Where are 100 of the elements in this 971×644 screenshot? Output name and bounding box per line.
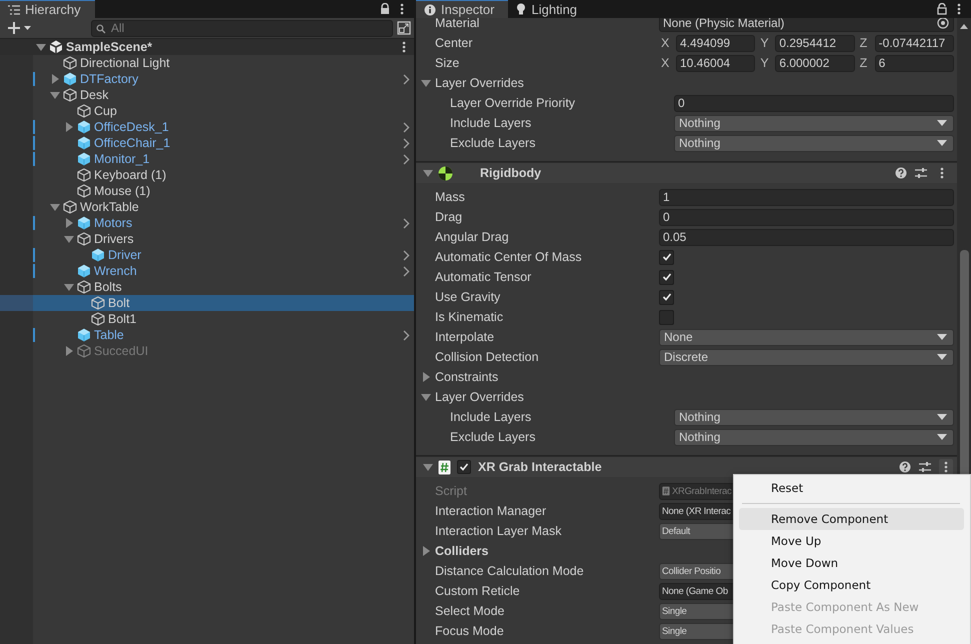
chevron-right-icon[interactable]: [403, 250, 410, 260]
number-field[interactable]: 4.494099: [676, 34, 756, 52]
menu-item[interactable]: Move Up: [739, 530, 964, 552]
list-icon: [8, 4, 20, 14]
number-field[interactable]: 10.46004: [676, 54, 756, 72]
foldout-label[interactable]: Layer Overrides: [435, 390, 524, 404]
expand-toggle-icon[interactable]: [49, 73, 61, 85]
menu-item[interactable]: Remove Component: [739, 508, 964, 530]
expand-toggle-icon[interactable]: [35, 41, 47, 53]
chevron-right-icon[interactable]: [403, 138, 410, 148]
dropdown[interactable]: Discrete: [659, 348, 954, 366]
number-field[interactable]: 0: [674, 94, 954, 112]
more-icon[interactable]: [957, 3, 961, 15]
foldout-triangle-icon[interactable]: [421, 372, 431, 382]
component-header[interactable]: Rigidbody: [416, 162, 957, 183]
hierarchy-item[interactable]: Cup: [0, 103, 414, 119]
hierarchy-item[interactable]: Bolt1: [0, 311, 414, 327]
number-field[interactable]: -0.07442117: [874, 34, 954, 52]
expand-toggle-icon[interactable]: [63, 233, 75, 245]
expand-toggle-icon[interactable]: [49, 201, 61, 213]
hierarchy-item[interactable]: Drivers: [0, 231, 414, 247]
hierarchy-item[interactable]: Monitor_1: [0, 151, 414, 167]
component-header[interactable]: XR Grab Interactable: [416, 456, 957, 477]
hierarchy-item[interactable]: Wrench: [0, 263, 414, 279]
chevron-right-icon[interactable]: [403, 266, 410, 276]
number-field[interactable]: 1: [659, 188, 954, 206]
hierarchy-item[interactable]: DTFactory: [0, 71, 414, 87]
chevron-right-icon[interactable]: [403, 330, 410, 340]
number-field[interactable]: 6: [874, 54, 954, 72]
scene-view-icon[interactable]: [397, 21, 411, 35]
menu-item[interactable]: Copy Component: [739, 574, 964, 596]
hierarchy-item[interactable]: Motors: [0, 215, 414, 231]
hierarchy-item[interactable]: Table: [0, 327, 414, 343]
dropdown[interactable]: Nothing: [674, 114, 954, 132]
chevron-right-icon[interactable]: [403, 122, 410, 132]
checkbox[interactable]: [659, 290, 674, 304]
hierarchy-item[interactable]: Keyboard (1): [0, 167, 414, 183]
collapse-triangle-icon[interactable]: [423, 462, 433, 472]
scene-name[interactable]: SampleScene*: [66, 40, 152, 54]
more-icon[interactable]: [402, 41, 406, 53]
help-icon[interactable]: [895, 167, 907, 179]
foldout-label[interactable]: Layer Overrides: [435, 76, 524, 90]
expand-toggle-icon[interactable]: [63, 121, 75, 133]
lock-icon[interactable]: [937, 3, 947, 15]
add-dropdown-icon[interactable]: [7, 21, 33, 35]
panel-tab[interactable]: Lighting: [508, 0, 592, 18]
expand-toggle-icon[interactable]: [63, 217, 75, 229]
chevron-right-icon[interactable]: [403, 218, 410, 228]
dropdown[interactable]: Nothing: [674, 428, 954, 446]
object-field[interactable]: None (Physic Material): [659, 18, 954, 32]
menu-item[interactable]: Reset: [739, 477, 964, 499]
axis-label: Y: [759, 56, 770, 70]
hierarchy-item[interactable]: OfficeChair_1: [0, 135, 414, 151]
hierarchy-item[interactable]: Bolt: [0, 295, 414, 311]
chevron-right-icon[interactable]: [403, 154, 410, 164]
hierarchy-tab[interactable]: Hierarchy: [0, 0, 95, 18]
search-field[interactable]: All: [91, 20, 393, 36]
hierarchy-item[interactable]: Mouse (1): [0, 183, 414, 199]
axis-label: Z: [858, 56, 868, 70]
number-field[interactable]: 6.000002: [775, 54, 855, 72]
hierarchy-item[interactable]: Desk: [0, 87, 414, 103]
checkbox[interactable]: [659, 250, 674, 264]
number-field[interactable]: 0.2954412: [775, 34, 855, 52]
hierarchy-item[interactable]: Directional Light: [0, 55, 414, 71]
preset-sliders-icon[interactable]: [915, 167, 927, 179]
checkbox[interactable]: [659, 310, 674, 324]
foldout-triangle-icon[interactable]: [421, 78, 431, 88]
hierarchy-item[interactable]: Driver: [0, 247, 414, 263]
hierarchy-item[interactable]: WorkTable: [0, 199, 414, 215]
foldout-triangle-icon[interactable]: [421, 392, 431, 402]
expand-toggle-icon[interactable]: [63, 345, 75, 357]
expand-toggle-icon[interactable]: [49, 89, 61, 101]
enabled-checkbox[interactable]: [457, 460, 471, 474]
foldout-label[interactable]: Constraints: [435, 370, 498, 384]
dropdown[interactable]: None: [659, 328, 954, 346]
number-field[interactable]: 0: [659, 208, 954, 226]
dropdown[interactable]: Nothing: [674, 408, 954, 426]
help-icon[interactable]: [899, 461, 911, 473]
checkbox[interactable]: [659, 270, 674, 284]
scroll-up-icon[interactable]: [960, 24, 968, 29]
expand-toggle-icon[interactable]: [63, 281, 75, 293]
more-icon[interactable]: [939, 459, 953, 475]
lock-icon[interactable]: [380, 3, 390, 15]
script-icon: [438, 460, 451, 474]
number-field[interactable]: 0.05: [659, 228, 954, 246]
property-label: Drag: [435, 210, 462, 224]
object-picker-icon[interactable]: [937, 18, 949, 29]
preset-sliders-icon[interactable]: [919, 461, 931, 473]
dropdown[interactable]: Nothing: [674, 134, 954, 152]
caret-down-icon: [937, 434, 947, 440]
more-icon[interactable]: [400, 3, 404, 15]
hierarchy-item[interactable]: OfficeDesk_1: [0, 119, 414, 135]
foldout-label[interactable]: Colliders: [435, 544, 488, 558]
chevron-right-icon[interactable]: [403, 74, 410, 84]
axis-label: X: [660, 56, 670, 70]
panel-tab[interactable]: Inspector: [416, 0, 508, 18]
hierarchy-item[interactable]: Bolts: [0, 279, 414, 295]
menu-item[interactable]: Move Down: [739, 552, 964, 574]
foldout-triangle-icon[interactable]: [421, 546, 431, 556]
collapse-triangle-icon[interactable]: [423, 168, 433, 178]
